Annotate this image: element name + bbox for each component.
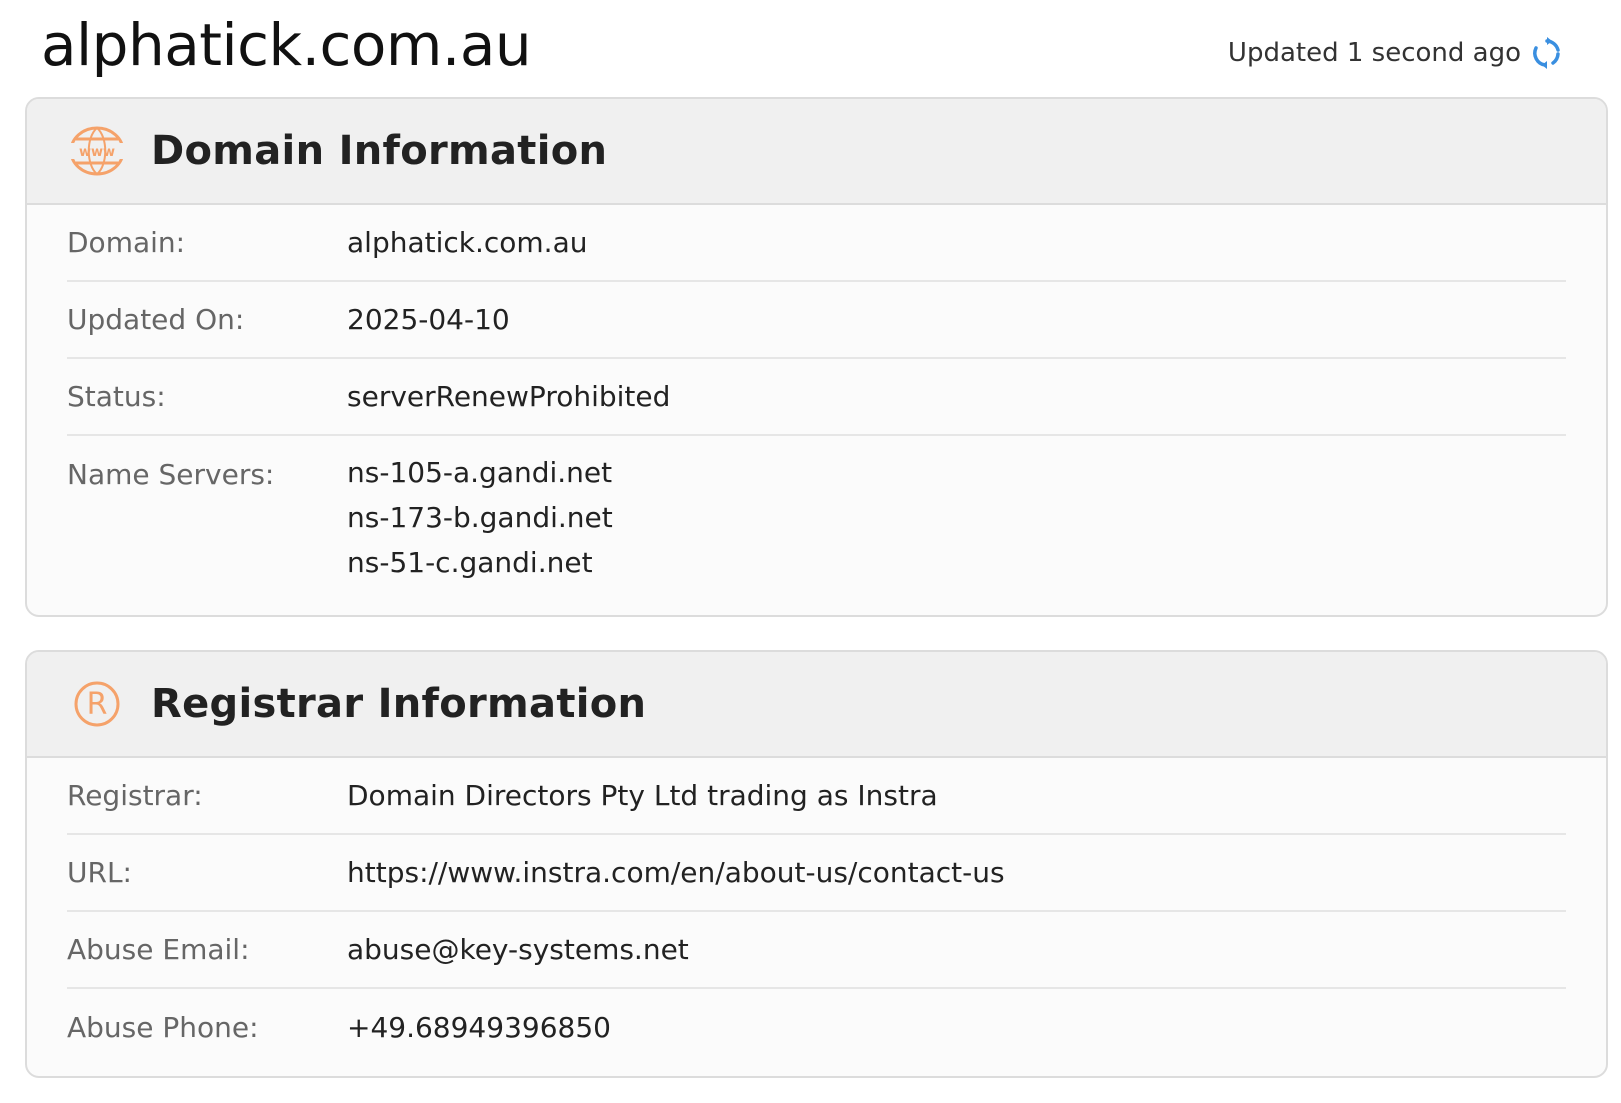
registrar-information-rows: Registrar: Domain Directors Pty Ltd trad…	[67, 758, 1566, 1066]
abuse-email-value: abuse@key-systems.net	[347, 933, 689, 966]
row-abuse-phone: Abuse Phone: +49.68949396850	[67, 989, 1566, 1066]
row-status: Status: serverRenewProhibited	[67, 359, 1566, 436]
page: alphatick.com.au Updated 1 second ago ww	[0, 0, 1621, 1103]
row-domain: Domain: alphatick.com.au	[67, 205, 1566, 282]
row-label: URL:	[67, 856, 132, 889]
registrar-url: https://www.instra.com/en/about-us/conta…	[347, 856, 1005, 889]
row-value: Domain Directors Pty Ltd trading as Inst…	[347, 779, 938, 812]
registrar-information-header: R Registrar Information	[27, 652, 1606, 758]
row-label: Updated On:	[67, 303, 245, 336]
svg-text:R: R	[87, 687, 108, 722]
row-registrar: Registrar: Domain Directors Pty Ltd trad…	[67, 758, 1566, 835]
name-server-list: ns-105-a.gandi.net ns-173-b.gandi.net ns…	[347, 456, 613, 585]
row-label: Domain:	[67, 226, 186, 259]
row-url: URL: https://www.instra.com/en/about-us/…	[67, 835, 1566, 912]
row-value: 2025-04-10	[347, 303, 510, 336]
www-globe-icon: www	[67, 121, 127, 181]
updated-text: Updated 1 second ago	[1227, 38, 1521, 68]
name-server-item: ns-51-c.gandi.net	[347, 546, 593, 579]
row-updated-on: Updated On: 2025-04-10	[67, 282, 1566, 359]
row-label: Abuse Phone:	[67, 1011, 259, 1044]
registrar-information-title: Registrar Information	[151, 681, 647, 727]
row-label: Name Servers:	[67, 458, 275, 491]
row-value: alphatick.com.au	[347, 226, 588, 259]
domain-information-rows: Domain: alphatick.com.au Updated On: 202…	[67, 205, 1566, 603]
abuse-phone-value: +49.68949396850	[347, 1011, 611, 1044]
page-title: alphatick.com.au	[41, 11, 532, 79]
row-abuse-email: Abuse Email: abuse@key-systems.net	[67, 912, 1566, 989]
registered-mark-icon: R	[67, 674, 127, 734]
row-value: serverRenewProhibited	[347, 380, 671, 413]
name-server-item: ns-173-b.gandi.net	[347, 501, 613, 534]
row-label: Status:	[67, 380, 166, 413]
name-server-item: ns-105-a.gandi.net	[347, 456, 613, 489]
updated-status: Updated 1 second ago	[1228, 36, 1563, 70]
row-name-servers: Name Servers: ns-105-a.gandi.net ns-173-…	[67, 436, 1566, 603]
row-label: Registrar:	[67, 779, 203, 812]
row-label: Abuse Email:	[67, 933, 250, 966]
registrar-information-card: R Registrar Information Registrar: Domai…	[25, 650, 1608, 1078]
domain-information-header: www Domain Information	[27, 99, 1606, 205]
svg-text:www: www	[79, 145, 115, 160]
domain-information-card: www Domain Information Domain: alphatick…	[25, 97, 1608, 617]
refresh-icon[interactable]	[1531, 36, 1563, 70]
domain-information-title: Domain Information	[151, 128, 608, 174]
